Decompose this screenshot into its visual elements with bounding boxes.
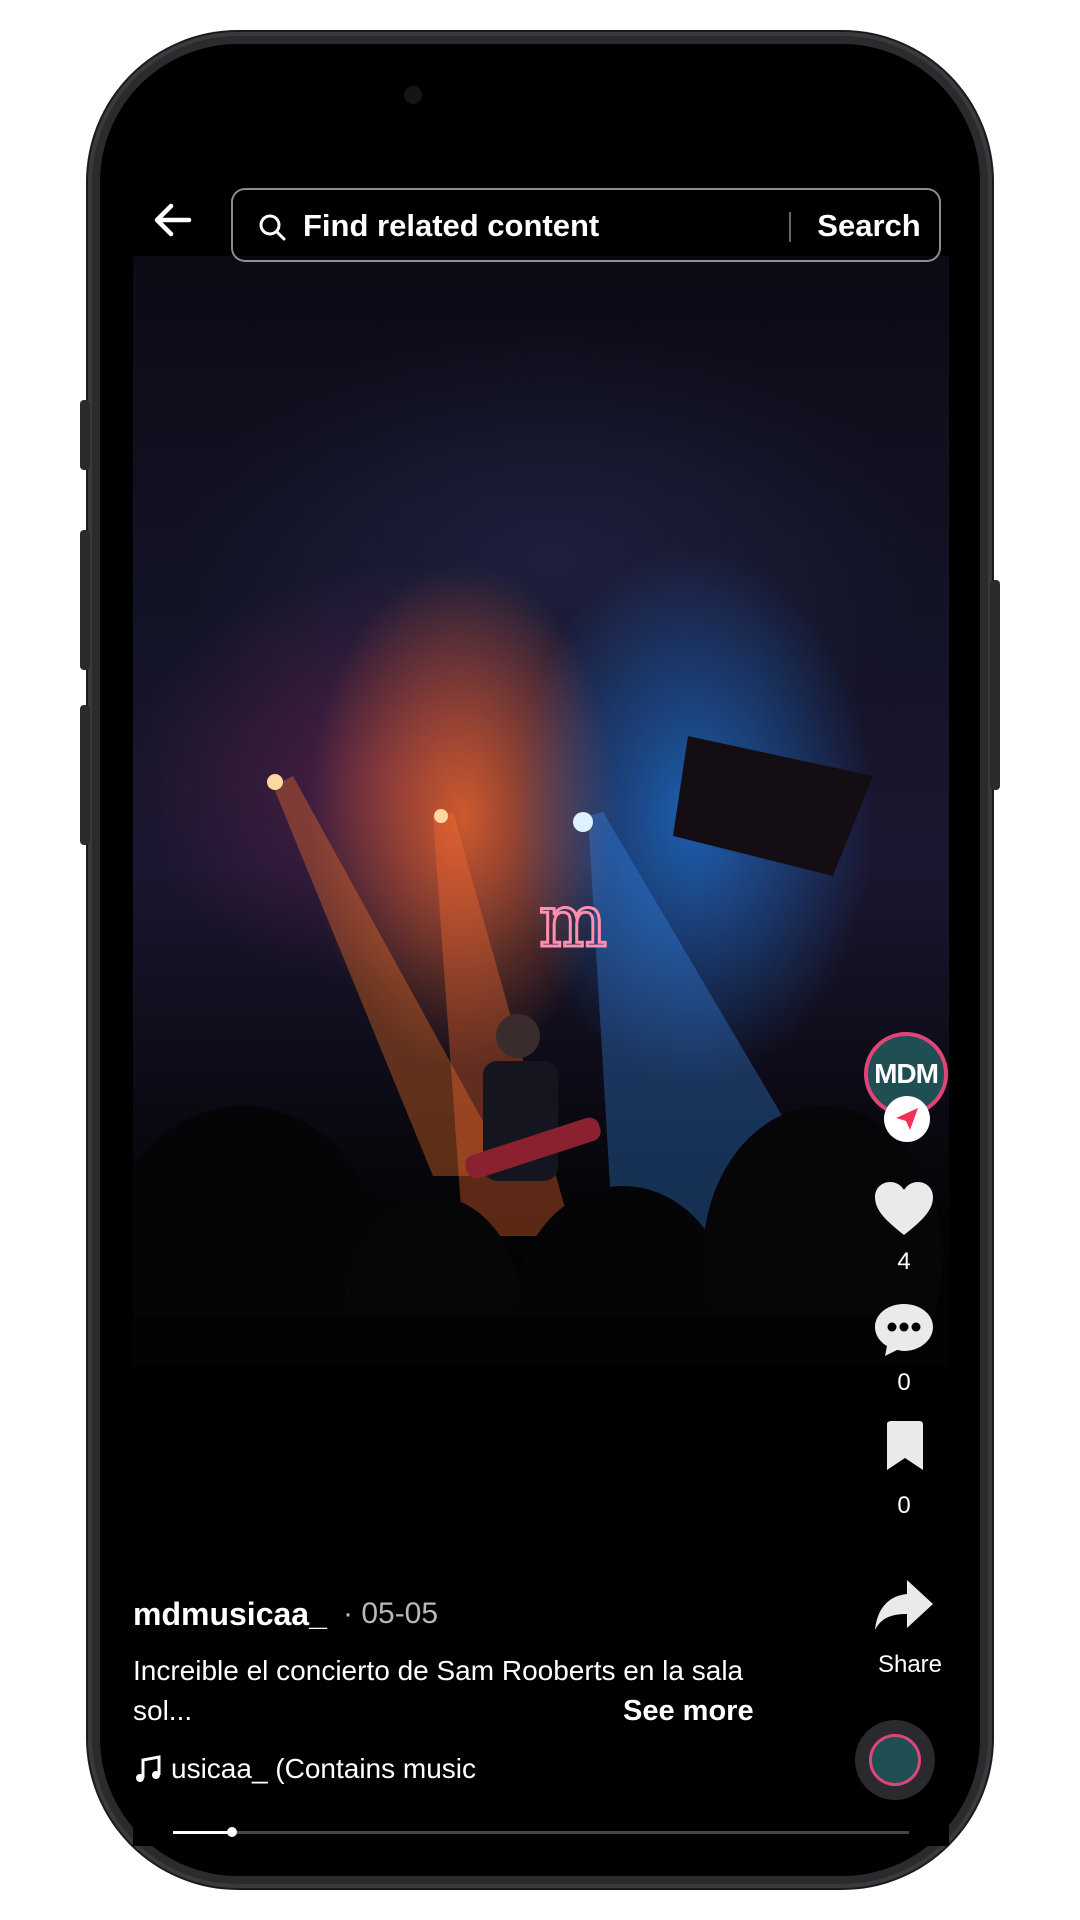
save-count: 0 xyxy=(897,1492,911,1519)
search-button[interactable]: Search xyxy=(805,202,933,250)
follow-button[interactable] xyxy=(884,1096,930,1142)
front-camera xyxy=(404,86,422,104)
phone-power-button xyxy=(990,580,1000,790)
performer-head xyxy=(496,1014,540,1058)
music-disc-cover xyxy=(869,1734,921,1786)
stage-light xyxy=(434,809,448,823)
crowd-floor xyxy=(133,1316,949,1366)
video-screen[interactable]: m Find related content Search MDM 4 0 0 … xyxy=(133,176,949,1846)
see-more-link[interactable]: See more xyxy=(623,1691,754,1731)
music-disc[interactable] xyxy=(855,1720,935,1800)
search-icon xyxy=(259,214,286,241)
progress-handle[interactable] xyxy=(226,1827,237,1837)
phone-volume-up-button xyxy=(80,530,90,670)
progress-fill xyxy=(173,1831,232,1834)
venue-logo: m xyxy=(539,879,607,963)
back-button[interactable] xyxy=(149,196,197,244)
comment-icon[interactable] xyxy=(873,1300,935,1360)
send-arrow-icon xyxy=(896,1108,918,1130)
bookmark-icon[interactable] xyxy=(883,1420,927,1472)
stage-light xyxy=(573,812,593,832)
stage-light xyxy=(267,774,283,790)
music-note-icon xyxy=(136,1755,161,1782)
like-count: 4 xyxy=(897,1248,911,1275)
share-label: Share xyxy=(877,1651,943,1678)
hanging-speaker xyxy=(673,736,873,876)
post-date: · 05-05 xyxy=(343,1597,439,1630)
arrow-left-icon xyxy=(154,203,192,237)
heart-icon[interactable] xyxy=(873,1180,935,1238)
share-icon[interactable] xyxy=(873,1576,935,1634)
search-input[interactable]: Find related content xyxy=(303,208,599,244)
music-title[interactable]: usicaa_ (Contains music xyxy=(171,1749,476,1789)
avatar-text: MDM xyxy=(874,1058,939,1089)
video-frame[interactable]: m xyxy=(133,256,949,1446)
progress-bar[interactable] xyxy=(173,1827,909,1837)
concert-illustration: m xyxy=(133,736,949,1446)
search-divider xyxy=(789,212,791,242)
phone-side-button xyxy=(80,400,90,470)
phone-volume-down-button xyxy=(80,705,90,845)
comment-count: 0 xyxy=(897,1369,911,1396)
creator-username[interactable]: mdmusicaa_ xyxy=(133,1594,327,1634)
search-bar[interactable]: Find related content Search xyxy=(231,188,941,262)
